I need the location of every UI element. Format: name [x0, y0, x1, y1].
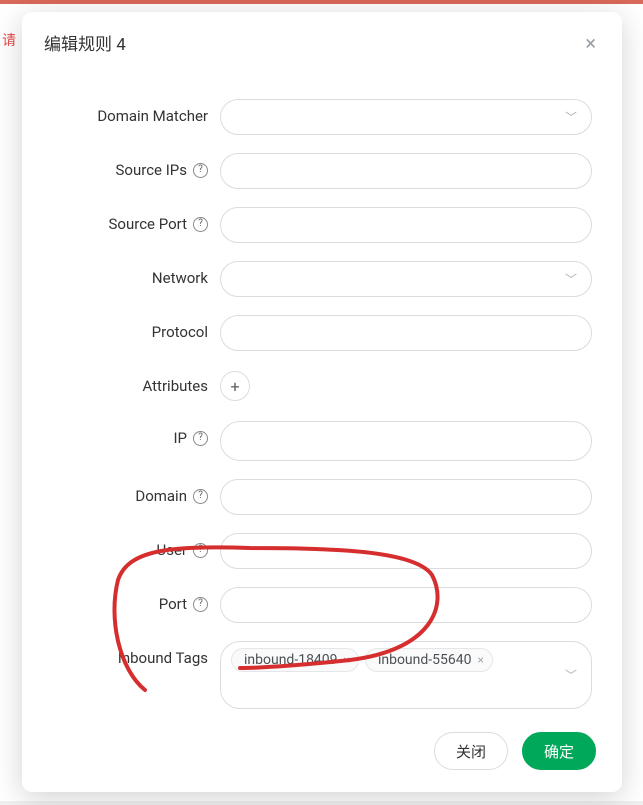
help-icon[interactable]: ?: [193, 217, 208, 232]
inbound-tag: inbound-55640 ×: [365, 648, 493, 672]
help-icon[interactable]: ?: [193, 489, 208, 504]
remove-tag-icon[interactable]: ×: [478, 653, 484, 667]
protocol-label: Protocol: [52, 315, 220, 349]
inbound-tags-label: Inbound Tags: [52, 641, 220, 675]
source-ips-label: Source IPs ?: [52, 153, 220, 187]
network-label: Network: [52, 261, 220, 295]
port-label: Port ?: [52, 587, 220, 621]
ip-label: IP ?: [52, 421, 220, 455]
inbound-tag: inbound-18409 ×: [231, 648, 359, 672]
source-ips-input[interactable]: [220, 153, 592, 189]
close-button[interactable]: 关闭: [434, 732, 508, 770]
chevron-down-icon: ﹀: [565, 667, 577, 684]
port-input[interactable]: [220, 587, 592, 623]
domain-matcher-label: Domain Matcher: [52, 99, 220, 133]
domain-label: Domain ?: [52, 479, 220, 513]
help-icon[interactable]: ?: [193, 431, 208, 446]
domain-matcher-select[interactable]: ﹀: [220, 99, 592, 135]
user-label: User ?: [52, 533, 220, 567]
help-icon[interactable]: ?: [193, 597, 208, 612]
protocol-input[interactable]: [220, 315, 592, 351]
remove-tag-icon[interactable]: ×: [344, 653, 350, 667]
chevron-down-icon: ﹀: [565, 271, 577, 288]
edit-rule-modal: 编辑规则 4 × Domain Matcher ﹀ Source IPs ?: [22, 12, 622, 792]
chevron-down-icon: ﹀: [565, 109, 577, 126]
inbound-tags-input[interactable]: inbound-18409 × inbound-55640 × ﹀: [220, 641, 592, 709]
ok-button[interactable]: 确定: [522, 732, 596, 770]
source-port-input[interactable]: [220, 207, 592, 243]
source-port-label: Source Port ?: [52, 207, 220, 241]
modal-header: 编辑规则 4 ×: [22, 12, 622, 69]
close-icon[interactable]: ×: [581, 31, 600, 55]
help-icon[interactable]: ?: [193, 543, 208, 558]
modal-footer: 关闭 确定: [22, 718, 622, 792]
ip-input[interactable]: [220, 421, 592, 461]
modal-body: Domain Matcher ﹀ Source IPs ?: [22, 69, 622, 718]
domain-input[interactable]: [220, 479, 592, 515]
attributes-label: Attributes: [52, 369, 220, 403]
background-truncated-text: 请: [2, 30, 16, 50]
add-attribute-button[interactable]: +: [220, 371, 250, 401]
plus-icon: +: [230, 377, 239, 396]
network-select[interactable]: ﹀: [220, 261, 592, 297]
help-icon[interactable]: ?: [193, 163, 208, 178]
user-input[interactable]: [220, 533, 592, 569]
modal-title: 编辑规则 4: [44, 30, 126, 55]
